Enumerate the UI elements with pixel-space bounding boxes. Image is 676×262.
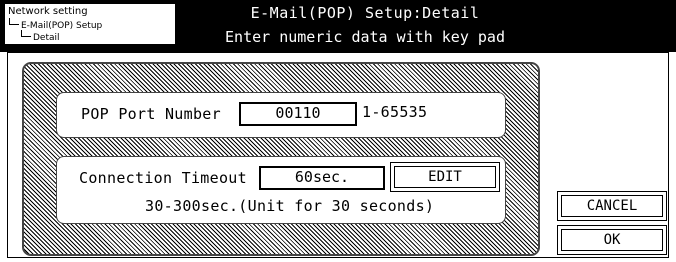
- breadcrumb-item-detail: Detail: [33, 33, 60, 43]
- edit-timeout-button-label: EDIT: [394, 166, 496, 188]
- pop-port-row: POP Port Number 00110 1-65535: [56, 92, 506, 138]
- pop-port-label: POP Port Number: [81, 105, 221, 123]
- pop-port-input[interactable]: 00110: [239, 102, 357, 126]
- pop-port-range: 1-65535: [362, 103, 428, 121]
- tree-connector-icon: [9, 18, 19, 25]
- breadcrumb[interactable]: Network setting E-Mail(POP) Setup Detail: [4, 3, 176, 45]
- connection-timeout-label: Connection Timeout: [79, 169, 247, 187]
- ok-button[interactable]: OK: [557, 225, 667, 255]
- tree-connector-icon: [21, 30, 31, 37]
- page-title: E-Mail(POP) Setup:Detail: [250, 4, 480, 22]
- connection-timeout-row: Connection Timeout 60sec. EDIT 30-300sec…: [56, 156, 506, 224]
- breadcrumb-item-network-setting: Network setting: [8, 6, 88, 17]
- header-bar: Network setting E-Mail(POP) Setup Detail…: [0, 0, 676, 52]
- connection-timeout-input[interactable]: 60sec.: [259, 166, 385, 190]
- cancel-button[interactable]: CANCEL: [557, 191, 667, 221]
- edit-timeout-button[interactable]: EDIT: [390, 162, 500, 192]
- page-instruction: Enter numeric data with key pad: [225, 28, 505, 46]
- cancel-button-label: CANCEL: [561, 195, 663, 217]
- connection-timeout-hint: 30-300sec.(Unit for 30 seconds): [145, 197, 435, 215]
- ok-button-label: OK: [561, 229, 663, 251]
- screen: Network setting E-Mail(POP) Setup Detail…: [0, 0, 676, 262]
